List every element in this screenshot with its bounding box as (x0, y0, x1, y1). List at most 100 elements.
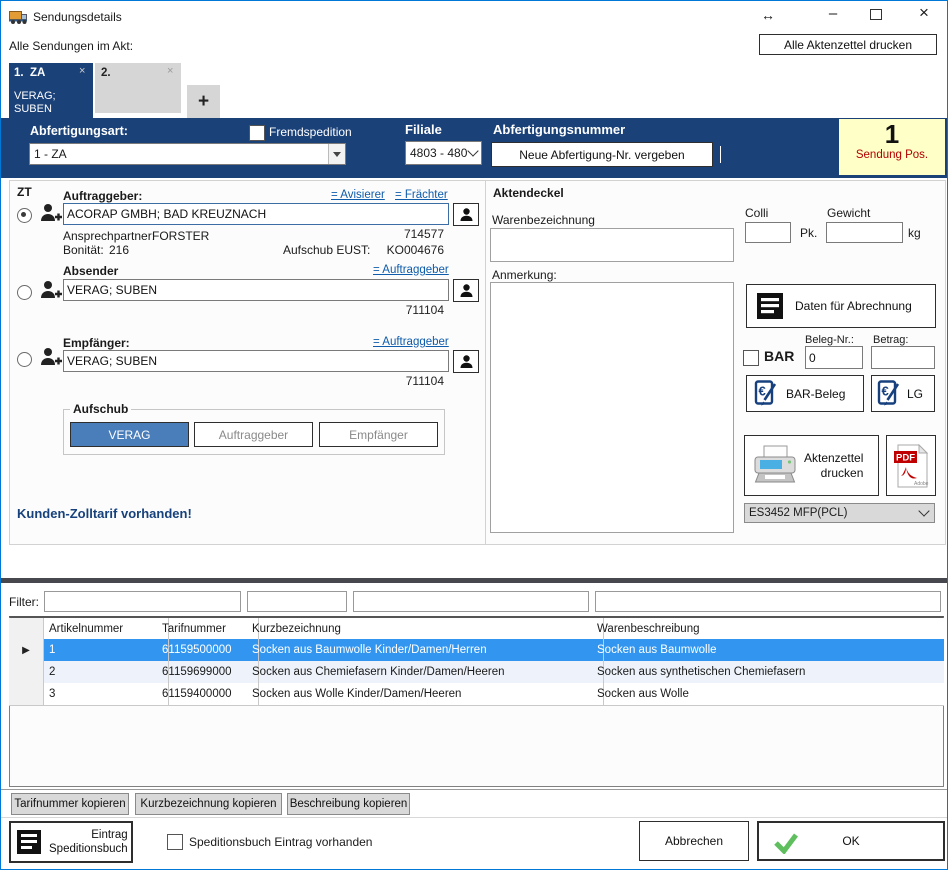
aktenzettel-drucken-button[interactable]: Aktenzetteldrucken (744, 435, 879, 496)
neue-abfertigungsnr-button[interactable]: Neue Abfertigung-Nr. vergeben (491, 142, 713, 167)
filter-input-2[interactable] (247, 591, 347, 612)
document-lines-icon (17, 830, 41, 854)
tab-shipment-2[interactable]: 2. × (95, 63, 181, 113)
aufschub-auftraggeber-button[interactable]: Auftraggeber (194, 422, 313, 447)
alle-aktenzettel-drucken-button[interactable]: Alle Aktenzettel drucken (759, 34, 937, 55)
cell-artikelnummer[interactable]: 1 (43, 639, 169, 661)
absender-auftraggeber-link[interactable]: = Auftraggeber (373, 264, 449, 276)
radio-auftraggeber[interactable] (17, 208, 32, 223)
abfertigungsart-dropdown[interactable]: 1 - ZA (29, 143, 346, 165)
tab-shipment-1[interactable]: 1. ZA × VERAG; SUBEN (9, 63, 93, 118)
empfaenger-auftraggeber-link[interactable]: = Auftraggeber (373, 336, 449, 348)
person-add-icon[interactable] (39, 202, 63, 224)
empfaenger-input[interactable] (63, 350, 449, 372)
person-add-icon[interactable] (39, 346, 63, 368)
printer-value: ES3452 MFP(PCL) (745, 507, 920, 519)
lg-button[interactable]: € LG (871, 375, 935, 412)
tab1-close-icon[interactable]: × (79, 65, 85, 77)
colli-input[interactable] (745, 222, 791, 243)
table-row[interactable]: 3 61159400000 Socken aus Wolle Kinder/Da… (9, 683, 944, 706)
filter-input-4[interactable] (595, 591, 941, 612)
maximize-button[interactable] (870, 9, 882, 20)
document-lines-icon (757, 293, 783, 319)
gewicht-input[interactable] (826, 222, 903, 243)
fraechter-link[interactable]: = Frächter (395, 189, 448, 201)
absender-input[interactable] (63, 279, 449, 301)
person-add-icon[interactable] (39, 279, 63, 301)
bar-label: BAR (764, 348, 794, 364)
header-kurzbezeichnung[interactable]: Kurzbezeichnung (246, 618, 604, 639)
euro-receipt-icon: € (877, 379, 901, 408)
ok-button[interactable]: OK (757, 821, 945, 861)
bar-checkbox[interactable] (743, 350, 759, 366)
header-warenbeschreibung[interactable]: Warenbeschreibung (591, 618, 948, 639)
truck-icon (9, 9, 29, 25)
chevron-down-icon[interactable] (920, 506, 934, 520)
tarifnummer-kopieren-button[interactable]: Tarifnummer kopieren (11, 793, 129, 815)
auftraggeber-input[interactable] (63, 203, 449, 225)
bar-beleg-label: BAR-Beleg (786, 387, 845, 401)
cell-artikelnummer[interactable]: 3 (43, 683, 169, 705)
zt-column-label: ZT (17, 185, 32, 199)
header-selector (9, 618, 44, 639)
cell-kurzbezeichnung[interactable]: Socken aus Baumwolle Kinder/Damen/Herren (246, 639, 604, 661)
cell-artikelnummer[interactable]: 2 (43, 661, 169, 683)
header-artikelnummer[interactable]: Artikelnummer (43, 618, 169, 639)
cell-kurzbezeichnung[interactable]: Socken aus Wolle Kinder/Damen/Heeren (246, 683, 604, 705)
chevron-down-icon[interactable] (328, 144, 345, 164)
warenbezeichnung-label: Warenbezeichnung (492, 213, 595, 227)
filter-input-3[interactable] (353, 591, 589, 612)
sendung-count: 1 (839, 119, 945, 149)
cell-tarifnummer[interactable]: 61159500000 (156, 639, 259, 661)
daten-abrechnung-label: Daten für Abrechnung (795, 299, 912, 313)
radio-empfaenger[interactable] (17, 352, 32, 367)
table-row[interactable]: ▶ 1 61159500000 Socken aus Baumwolle Kin… (9, 639, 944, 662)
radio-absender[interactable] (17, 285, 32, 300)
tab2-close-icon[interactable]: × (167, 65, 173, 77)
eintrag-speditionsbuch-button[interactable]: EintragSpeditionsbuch (9, 821, 133, 863)
beschreibung-kopieren-button[interactable]: Beschreibung kopieren (287, 793, 410, 815)
empfaenger-label: Empfänger: (63, 336, 130, 350)
cell-kurzbezeichnung[interactable]: Socken aus Chemiefasern Kinder/Damen/Hee… (246, 661, 604, 683)
chevron-down-icon[interactable] (469, 146, 481, 160)
add-tab-button[interactable]: + (187, 85, 220, 118)
printer-dropdown[interactable]: ES3452 MFP(PCL) (744, 503, 935, 523)
table-row[interactable]: 2 61159699000 Socken aus Chemiefasern Ki… (9, 661, 944, 684)
filiale-dropdown[interactable]: 4803 - 480 (405, 141, 482, 165)
speditionsbuch-label: EintragSpeditionsbuch (49, 828, 130, 856)
speditionsbuch-checkbox[interactable] (167, 834, 183, 850)
cell-tarifnummer[interactable]: 61159400000 (156, 683, 259, 705)
warenbezeichnung-input[interactable] (490, 228, 734, 262)
daten-abrechnung-button[interactable]: Daten für Abrechnung (746, 284, 936, 328)
abbrechen-button[interactable]: Abbrechen (639, 821, 749, 861)
check-icon (773, 832, 799, 854)
cell-warenbeschreibung[interactable]: Socken aus synthetischen Chemiefasern (591, 661, 948, 683)
anmerkung-input[interactable] (490, 282, 734, 533)
betrag-input[interactable] (871, 346, 935, 369)
header-tarifnummer[interactable]: Tarifnummer (156, 618, 259, 639)
close-button[interactable]: × (912, 3, 936, 23)
beleg-nr-input[interactable] (805, 346, 863, 369)
abfertigungsart-value: 1 - ZA (30, 147, 328, 161)
empfaenger-number: 711104 (344, 374, 444, 388)
person-icon (459, 354, 474, 369)
euro-receipt-icon: € (754, 379, 778, 408)
auftraggeber-contact-button[interactable] (453, 203, 479, 226)
aufschub-verag-button[interactable]: VERAG (70, 422, 189, 447)
empfaenger-contact-button[interactable] (453, 350, 479, 373)
fremdspedition-label: Fremdspedition (269, 125, 352, 139)
cell-warenbeschreibung[interactable]: Socken aus Baumwolle (591, 639, 948, 661)
fremdspedition-checkbox[interactable] (249, 125, 265, 141)
absender-contact-button[interactable] (453, 279, 479, 302)
aufschub-empfaenger-button[interactable]: Empfänger (319, 422, 438, 447)
filter-input-1[interactable] (44, 591, 241, 612)
bar-beleg-button[interactable]: € BAR-Beleg (746, 375, 864, 412)
minimize-button[interactable]: – (821, 5, 845, 22)
cell-tarifnummer[interactable]: 61159699000 (156, 661, 259, 683)
alle-sendungen-label: Alle Sendungen im Akt: (9, 39, 133, 53)
avisierer-link[interactable]: = Avisierer (331, 189, 385, 201)
cell-warenbeschreibung[interactable]: Socken aus Wolle (591, 683, 948, 705)
kurzbezeichnung-kopieren-button[interactable]: Kurzbezeichnung kopieren (135, 793, 282, 815)
resize-icon[interactable]: ↔ (756, 7, 780, 23)
pdf-button[interactable]: PDF Adobe (886, 435, 936, 496)
